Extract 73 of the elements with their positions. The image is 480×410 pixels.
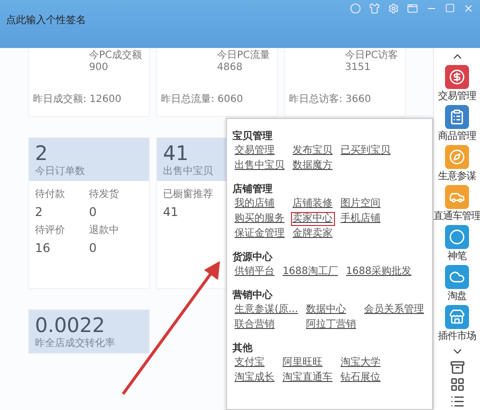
menu-link[interactable]: 数据魔方	[290, 159, 335, 173]
menu-link[interactable]: 已买到宝贝	[338, 144, 393, 158]
maximize-icon[interactable]	[445, 3, 455, 13]
menu-link[interactable]: 店铺装修	[290, 197, 335, 211]
section-title: 宝贝管理	[232, 131, 273, 142]
stat-value: 41	[163, 205, 180, 219]
menu-link[interactable]: 图片空间	[338, 197, 383, 211]
stat-label: 已橱窗推荐	[163, 189, 214, 201]
menu-link[interactable]: 发布宝贝	[290, 144, 335, 158]
menu-link[interactable]: 阿拉丁营销	[304, 318, 358, 332]
menu-link[interactable]: 淘宝大学	[338, 356, 383, 370]
stat-label: 今PC成交额	[89, 50, 144, 62]
stat-label: 今日PC访客	[345, 50, 400, 62]
stat-label: 今日PC流量	[217, 50, 272, 62]
card-label: 今日订单数	[35, 164, 85, 178]
signature-text[interactable]: 点此输入个性签名	[6, 13, 86, 27]
section-title: 营销中心	[232, 290, 273, 301]
menu-link[interactable]: 淘宝直通车	[280, 371, 335, 385]
card-value: 41	[163, 142, 188, 164]
close-icon[interactable]	[463, 3, 474, 14]
sidebar-item[interactable]: 交易管理	[438, 65, 476, 103]
stat-label: 待发货	[89, 189, 120, 201]
menu-link[interactable]: 阿里旺旺	[280, 356, 335, 370]
menu-link[interactable]: 我的店铺	[232, 197, 287, 211]
menu-link[interactable]: 供销平台	[232, 265, 277, 279]
menu-link[interactable]: 金牌卖家	[290, 227, 335, 241]
menu-link[interactable]: 联合营销	[232, 318, 300, 332]
grid-icon[interactable]	[450, 377, 464, 392]
menu-link[interactable]: 保证金管理	[232, 227, 287, 241]
menu-link[interactable]: 卖家中心	[290, 212, 335, 226]
shirt-icon[interactable]	[369, 3, 380, 14]
card-value: 0.0022	[35, 314, 105, 336]
stat-label: 退款中	[89, 225, 120, 237]
menu-link[interactable]: 生意参谋(原...	[232, 303, 300, 317]
circle-icon[interactable]	[350, 3, 361, 14]
sidebar-item[interactable]: 淘盘	[445, 265, 469, 303]
list-icon[interactable]	[450, 394, 464, 409]
menu-link[interactable]: 购买的服务	[232, 212, 287, 226]
stat-value: 4868	[217, 62, 244, 74]
menu-link[interactable]: 交易管理	[232, 144, 287, 158]
section-title: 货源中心	[232, 252, 273, 263]
stat-value: 16	[35, 241, 52, 255]
window-icon[interactable]	[407, 3, 418, 14]
menu-link[interactable]: 手机店铺	[338, 212, 383, 226]
sidebar-item[interactable]: 生意参谋	[438, 145, 476, 183]
card-label: 昨全店成交转化率	[35, 336, 115, 350]
stat-value: 2	[35, 205, 44, 219]
yesterday-stat: 昨日成交额: 12600	[33, 94, 122, 106]
stat-value: 0	[89, 205, 98, 219]
menu-link[interactable]: 会员关系管理	[362, 303, 426, 317]
stat-value: 3151	[345, 62, 372, 74]
menu-link[interactable]: 出售中宝贝	[232, 159, 287, 173]
section-title: 其他	[232, 343, 253, 354]
stat-label: 待评价	[35, 225, 66, 237]
section-title: 店铺管理	[232, 184, 273, 195]
yesterday-stat: 昨日总访客: 3660	[289, 94, 372, 106]
box-icon[interactable]	[450, 360, 464, 375]
menu-link[interactable]: 淘宝成长	[232, 371, 277, 385]
sidebar-item[interactable]: 神笔	[445, 225, 469, 263]
sidebar-item[interactable]: 插件市场	[438, 305, 476, 343]
menu-link[interactable]: 1688采购批发	[344, 265, 414, 279]
stat-value: 900	[89, 62, 110, 74]
stat-value: 0	[89, 241, 98, 255]
card-value: 2	[35, 142, 48, 164]
settings-icon[interactable]	[388, 3, 399, 14]
menu-link[interactable]: 1688淘工厂	[280, 265, 340, 279]
yesterday-stat: 昨日总流量: 6060	[161, 94, 244, 106]
card-label: 出售中宝贝	[163, 164, 213, 178]
stat-label: 待付款	[35, 189, 66, 201]
menu-link[interactable]: 支付宝	[232, 356, 277, 370]
menu-link[interactable]: 钻石展位	[338, 371, 383, 385]
sidebar-item[interactable]: 商品管理	[438, 105, 476, 143]
menu-link[interactable]: 数据中心	[304, 303, 358, 317]
